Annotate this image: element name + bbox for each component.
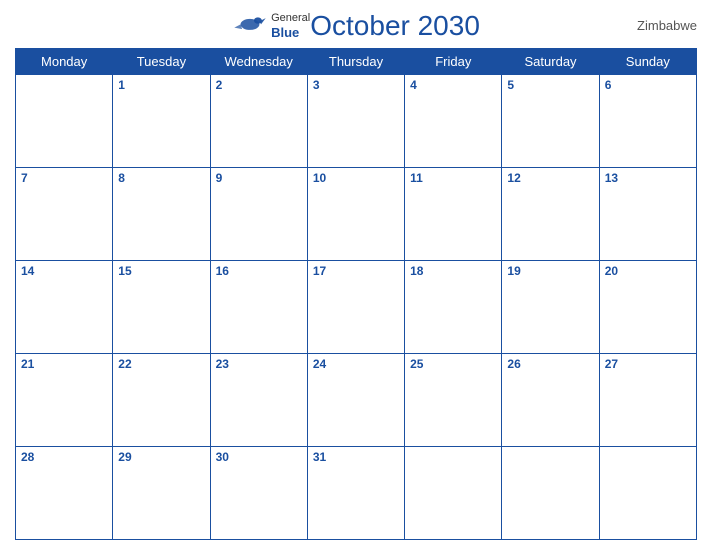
logo-text: General Blue [271,12,310,41]
calendar-cell: 21 [16,354,113,447]
calendar-cell: 29 [113,447,210,540]
calendar-cell [16,75,113,168]
col-thursday: Thursday [307,49,404,75]
calendar-row: 21 22 23 24 25 26 27 [16,354,697,447]
day-number: 21 [21,357,107,371]
day-number: 2 [216,78,302,92]
day-number: 27 [605,357,691,371]
logo-bird-icon [232,15,268,37]
day-number: 20 [605,264,691,278]
day-number: 6 [605,78,691,92]
calendar-cell: 2 [210,75,307,168]
day-number: 23 [216,357,302,371]
calendar-body: 1234567891011121314151617181920212223242… [16,75,697,540]
calendar-cell [502,447,599,540]
day-number: 17 [313,264,399,278]
calendar-cell: 26 [502,354,599,447]
col-wednesday: Wednesday [210,49,307,75]
calendar-cell: 7 [16,168,113,261]
day-number: 14 [21,264,107,278]
calendar-cell: 15 [113,261,210,354]
calendar-cell: 3 [307,75,404,168]
day-number: 7 [21,171,107,185]
logo-general: General [271,12,310,25]
day-number: 18 [410,264,496,278]
day-number: 11 [410,171,496,185]
col-saturday: Saturday [502,49,599,75]
day-number: 29 [118,450,204,464]
calendar-row: 789 10 11 12 13 [16,168,697,261]
calendar-row: 28 29 30 31 [16,447,697,540]
day-number: 3 [313,78,399,92]
col-friday: Friday [405,49,502,75]
day-number: 24 [313,357,399,371]
day-number: 12 [507,171,593,185]
calendar-cell [405,447,502,540]
calendar-cell: 24 [307,354,404,447]
calendar-cell: 1 [113,75,210,168]
day-number: 16 [216,264,302,278]
day-number: 19 [507,264,593,278]
logo-blue: Blue [271,25,299,41]
day-number: 25 [410,357,496,371]
col-monday: Monday [16,49,113,75]
day-number: 15 [118,264,204,278]
col-sunday: Sunday [599,49,696,75]
calendar-row: 123456 [16,75,697,168]
calendar-cell: 11 [405,168,502,261]
calendar-cell: 30 [210,447,307,540]
calendar-cell: 5 [502,75,599,168]
day-number: 8 [118,171,204,185]
day-number: 26 [507,357,593,371]
day-number: 31 [313,450,399,464]
day-number: 5 [507,78,593,92]
calendar-cell: 31 [307,447,404,540]
weekday-header-row: Monday Tuesday Wednesday Thursday Friday… [16,49,697,75]
col-tuesday: Tuesday [113,49,210,75]
logo: General Blue [232,12,310,41]
calendar-table: Monday Tuesday Wednesday Thursday Friday… [15,48,697,540]
calendar-row: 14 15 16 17 18 19 20 [16,261,697,354]
day-number: 13 [605,171,691,185]
calendar-cell: 28 [16,447,113,540]
calendar-cell: 18 [405,261,502,354]
calendar-cell: 23 [210,354,307,447]
day-number: 10 [313,171,399,185]
calendar-cell: 19 [502,261,599,354]
calendar-cell: 16 [210,261,307,354]
day-number: 4 [410,78,496,92]
calendar-cell: 12 [502,168,599,261]
calendar-cell [599,447,696,540]
calendar-cell: 8 [113,168,210,261]
calendar-cell: 27 [599,354,696,447]
calendar-thead: Monday Tuesday Wednesday Thursday Friday… [16,49,697,75]
calendar-cell: 20 [599,261,696,354]
day-number: 22 [118,357,204,371]
day-number: 28 [21,450,107,464]
calendar-cell: 22 [113,354,210,447]
day-number: 30 [216,450,302,464]
calendar-cell: 17 [307,261,404,354]
country-label: Zimbabwe [637,18,697,33]
calendar-cell: 9 [210,168,307,261]
calendar-cell: 4 [405,75,502,168]
calendar-cell: 13 [599,168,696,261]
calendar-wrapper: General Blue October 2030 Zimbabwe Monda… [0,0,712,550]
day-number: 9 [216,171,302,185]
day-number: 1 [118,78,204,92]
calendar-cell: 14 [16,261,113,354]
calendar-cell: 10 [307,168,404,261]
calendar-cell: 6 [599,75,696,168]
calendar-title: October 2030 [310,10,480,42]
calendar-cell: 25 [405,354,502,447]
calendar-header: General Blue October 2030 Zimbabwe [15,10,697,42]
